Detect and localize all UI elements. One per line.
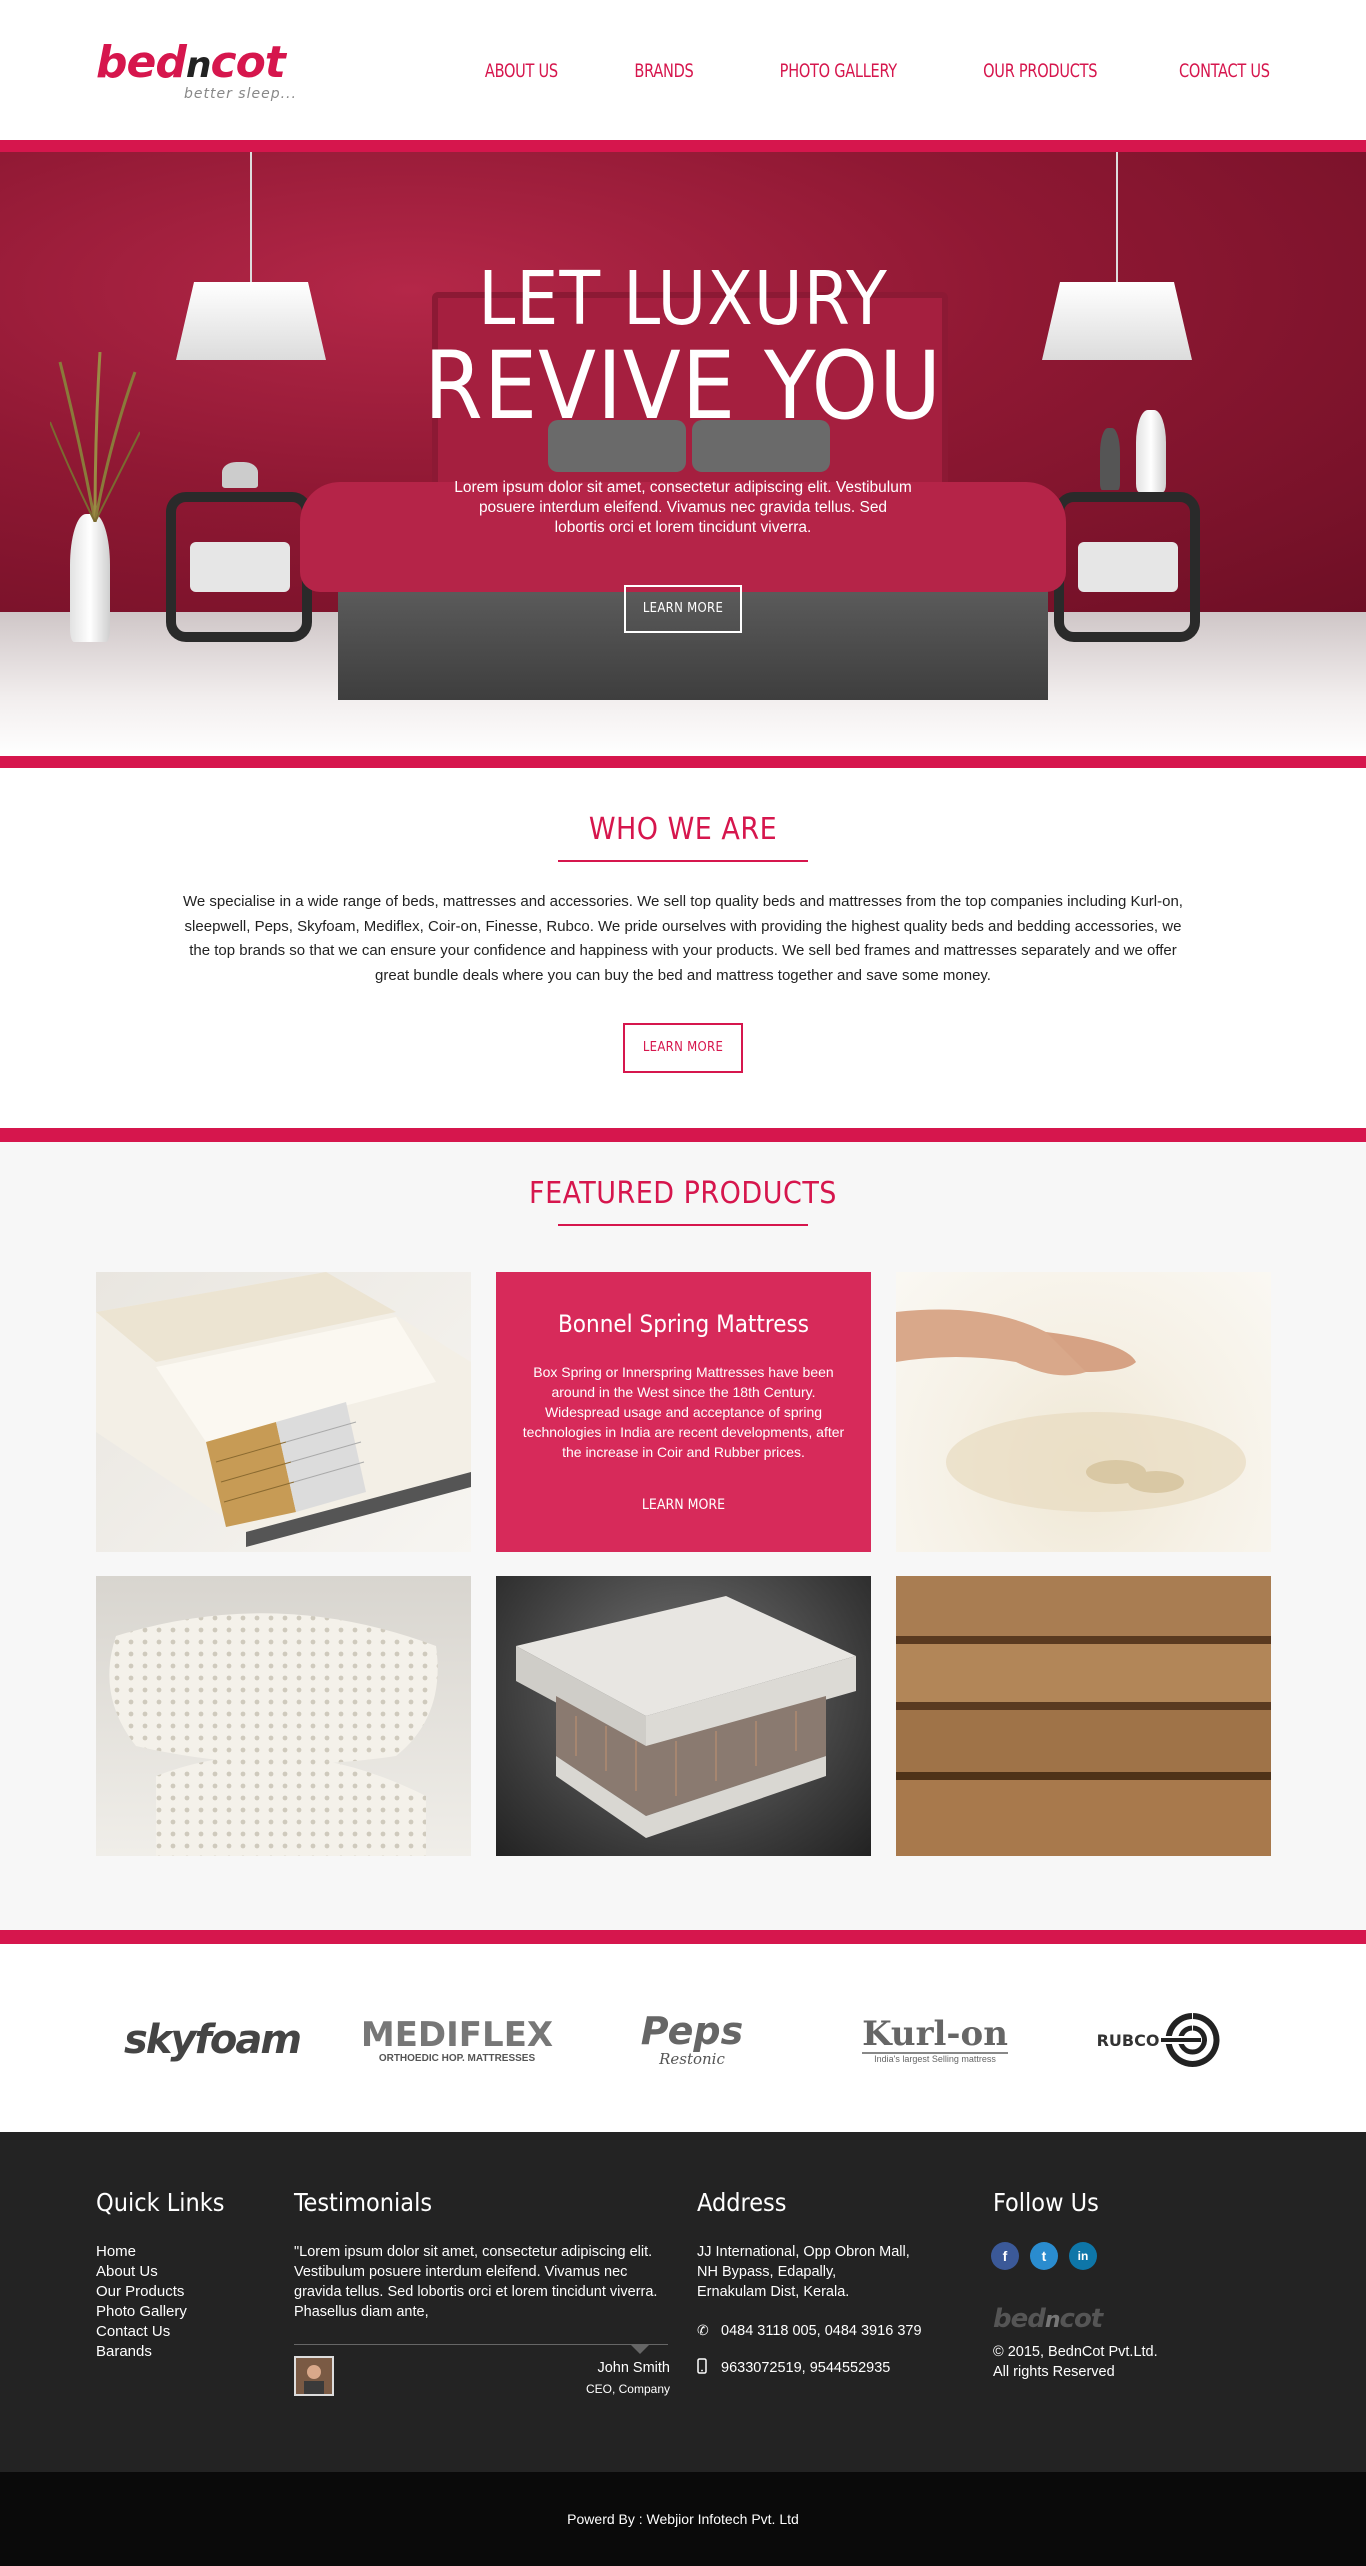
product-tile-bonnel: Bonnel Spring Mattress Box Spring or Inn…: [496, 1272, 871, 1552]
testimonials-title: Testimonials: [294, 2188, 433, 2217]
address-lines: JJ International, Opp Obron Mall, NH Byp…: [697, 2244, 910, 2300]
nav-brands[interactable]: BRANDS: [634, 60, 693, 82]
quick-link-contact[interactable]: Contact Us: [96, 2322, 187, 2342]
mobile-numbers[interactable]: 9633072519, 9544552935: [721, 2360, 890, 2376]
product-tile-pocket-spring[interactable]: [496, 1576, 871, 1856]
bowl: [222, 462, 258, 488]
mobile-row: 9633072519, 9544552935: [697, 2358, 890, 2378]
memory-foam-image: [896, 1309, 1246, 1512]
accent-divider: [0, 140, 1366, 152]
promo-title: Bonnel Spring Mattress: [557, 1310, 809, 1338]
quick-links-list: Home About Us Our Products Photo Gallery…: [96, 2242, 187, 2362]
coir-layers-image: [896, 1576, 1271, 1856]
quick-link-home[interactable]: Home: [96, 2242, 187, 2262]
plant-vase: [70, 514, 110, 642]
hero-title-line1: LET LUXURY: [478, 256, 888, 342]
phone-row: ✆ 0484 3118 005, 0484 3916 379: [697, 2322, 922, 2339]
accent-divider: [0, 1128, 1366, 1142]
main-nav: ABOUT US BRANDS PHOTO GALLERY OUR PRODUC…: [406, 60, 1271, 82]
about-title: WHO WE ARE: [588, 812, 778, 847]
vase-dark: [1100, 428, 1120, 490]
testimonial-pointer: [630, 2344, 650, 2354]
brand-mediflex-logo[interactable]: MEDIFLEX ORTHOEDIC HOP. MATTRESSES: [361, 2010, 553, 2070]
brand-peps-logo[interactable]: Peps Restonic: [612, 2010, 772, 2070]
testimonial-text: "Lorem ipsum dolor sit amet, consectetur…: [294, 2244, 658, 2320]
quick-link-gallery[interactable]: Photo Gallery: [96, 2302, 187, 2322]
logo-tagline: better sleep...: [184, 86, 297, 102]
logo-cot: cot: [210, 37, 285, 88]
site-logo[interactable]: bedncot better sleep...: [96, 37, 296, 103]
promo-text: Box Spring or Innerspring Mattresses hav…: [522, 1364, 845, 1460]
powered-by-bar: Powerd By : Webjior Infotech Pvt. Ltd: [0, 2472, 1366, 2566]
footer-logo: bedncot: [993, 2304, 1103, 2334]
quick-link-products[interactable]: Our Products: [96, 2282, 187, 2302]
testimonial-divider: [294, 2344, 668, 2345]
hero-title-line2: REVIVE YOU: [423, 332, 942, 441]
linkedin-icon[interactable]: in: [1069, 2242, 1097, 2270]
hero-learn-more-button[interactable]: LEARN MORE: [624, 585, 742, 633]
brand-rubco-logo[interactable]: RUBCO: [1086, 2010, 1236, 2070]
testimonial-name: John Smith: [597, 2360, 670, 2376]
nav-our-products[interactable]: OUR PRODUCTS: [983, 60, 1097, 82]
latex-pillow-image: [109, 1613, 438, 1856]
nightstand-right: [1054, 492, 1200, 642]
person-icon: [296, 2358, 332, 2394]
testimonial-avatar: [294, 2356, 334, 2396]
quick-link-brands[interactable]: Barands: [96, 2342, 187, 2362]
spring-mattress-image: [96, 1272, 471, 1547]
phone-icon: ✆: [697, 2322, 709, 2338]
about-title-underline: [558, 860, 808, 862]
site-header: bedncot better sleep... ABOUT US BRANDS …: [0, 0, 1366, 140]
logo-bed: bed: [96, 37, 187, 88]
copyright: © 2015, BednCot Pvt.Ltd. All rights Rese…: [993, 2344, 1158, 2380]
facebook-icon[interactable]: f: [991, 2242, 1019, 2270]
about-learn-more-button[interactable]: LEARN MORE: [623, 1023, 743, 1073]
product-tile-latex-pillow[interactable]: [96, 1576, 471, 1856]
nightstand-left: [166, 492, 312, 642]
accent-divider: [0, 1930, 1366, 1944]
product-tile-coir[interactable]: [896, 1576, 1271, 1856]
promo-learn-more-link[interactable]: LEARN MORE: [496, 1497, 871, 1513]
product-tile-memory-foam[interactable]: [896, 1272, 1271, 1552]
pocket-spring-image: [516, 1596, 856, 1838]
testimonial-role: CEO, Company: [585, 2382, 670, 2396]
phone-numbers[interactable]: 0484 3118 005, 0484 3916 379: [721, 2323, 922, 2339]
nav-about-us[interactable]: ABOUT US: [485, 60, 558, 82]
accent-divider: [0, 756, 1366, 768]
nav-contact-us[interactable]: CONTACT US: [1179, 60, 1270, 82]
address-title: Address: [697, 2188, 787, 2217]
hero-banner: [0, 152, 1366, 756]
brand-kurlon-logo[interactable]: Kurl-on India's largest Selling mattress: [840, 2010, 1030, 2070]
quick-links-title: Quick Links: [96, 2188, 225, 2217]
featured-title: FEATURED PRODUCTS: [529, 1176, 837, 1211]
hero-text: Lorem ipsum dolor sit amet, consectetur …: [454, 479, 912, 536]
powered-by-text[interactable]: Powerd By : Webjior Infotech Pvt. Ltd: [567, 2511, 799, 2527]
quick-link-about[interactable]: About Us: [96, 2262, 187, 2282]
nav-photo-gallery[interactable]: PHOTO GALLERY: [780, 60, 897, 82]
featured-title-underline: [558, 1224, 808, 1226]
mobile-icon: [697, 2358, 721, 2378]
brand-skyfoam-logo[interactable]: skyfoam: [112, 2010, 312, 2070]
rubco-mark-icon: [1161, 2013, 1220, 2067]
logo-n: n: [185, 45, 212, 86]
about-text: We specialise in a wide range of beds, m…: [183, 893, 1183, 984]
twitter-icon[interactable]: t: [1030, 2242, 1058, 2270]
follow-us-title: Follow Us: [993, 2188, 1099, 2217]
product-tile-spring-mattress[interactable]: [96, 1272, 471, 1552]
site-footer: Quick Links Home About Us Our Products P…: [0, 2132, 1366, 2472]
